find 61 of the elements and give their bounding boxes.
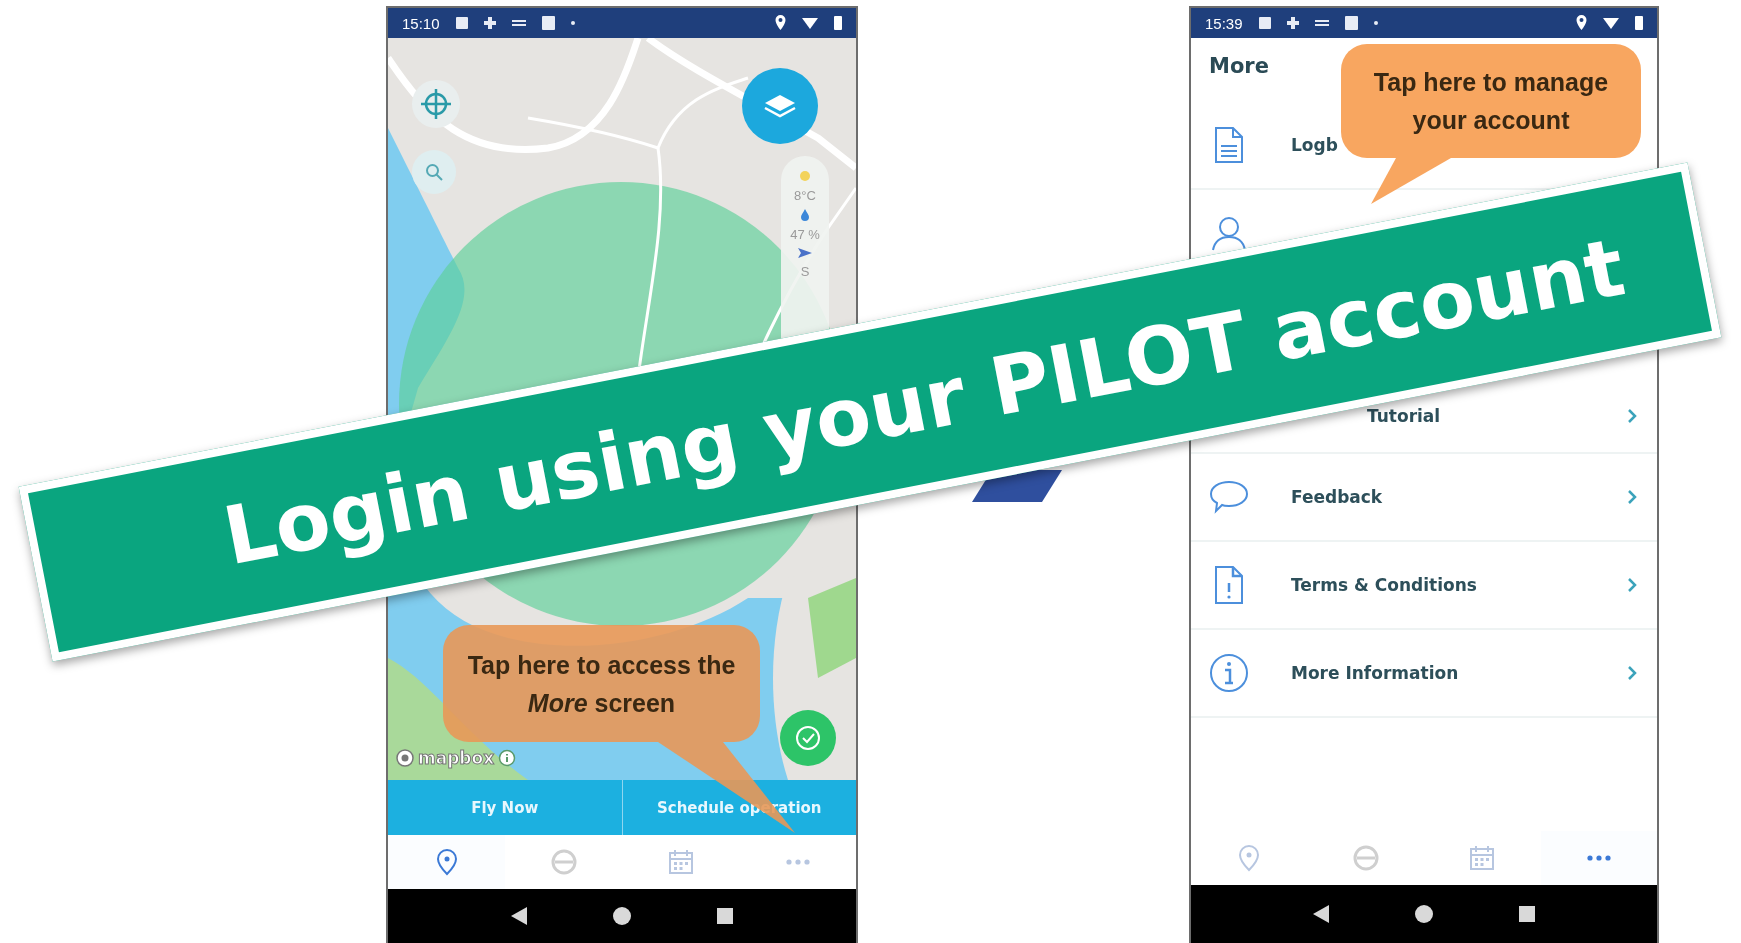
menu-item[interactable]: Logb: [1291, 135, 1338, 155]
location-icon: [1576, 15, 1587, 31]
back-icon[interactable]: [510, 907, 527, 925]
home-icon[interactable]: [1414, 904, 1434, 924]
document-icon: [1214, 126, 1244, 164]
plus-icon: [483, 17, 496, 29]
status-time: 15:39: [1205, 14, 1243, 32]
recents-icon[interactable]: [717, 908, 734, 924]
more-icon: [1586, 855, 1611, 861]
weather-reading: S: [800, 264, 810, 279]
battery-icon: [1635, 16, 1643, 30]
more-icon: [785, 859, 810, 865]
nav-tab[interactable]: [388, 835, 505, 889]
calendar-icon: [1469, 845, 1496, 871]
document-alert-icon: [1214, 565, 1244, 605]
crosshair-icon: [421, 89, 451, 119]
layers-icon: [763, 93, 797, 119]
home-icon[interactable]: [612, 906, 632, 926]
menu-item[interactable]: Tutorial: [1367, 406, 1441, 426]
wind-arrow-icon: [798, 248, 812, 258]
image-icon: [455, 17, 468, 29]
status-time: 15:10: [402, 14, 440, 32]
back-icon[interactable]: [1313, 905, 1330, 923]
calendar-icon: [541, 16, 555, 30]
weather-reading: 47 %: [790, 227, 820, 242]
check-circle-icon: [795, 725, 821, 751]
chevron-icon[interactable]: [1627, 408, 1637, 424]
weather-reading: 8°C: [794, 188, 816, 203]
info-icon: [1209, 653, 1249, 693]
battery-icon: [834, 16, 842, 30]
image-icon: [1258, 17, 1271, 29]
calendar-icon: [1344, 16, 1358, 30]
mapbox-logo-icon: [396, 749, 414, 767]
menu-item[interactable]: Feedback: [1291, 487, 1383, 507]
mapbox-attribution: mapbox: [418, 748, 495, 768]
drop-icon: [800, 209, 810, 221]
menu-item[interactable]: More Information: [1291, 663, 1459, 683]
lines-icon: [1314, 20, 1329, 26]
calendar-icon: [667, 849, 694, 875]
face-mask-icon: [1351, 845, 1380, 871]
face-mask-icon: [549, 849, 578, 875]
map-pin-icon: [1238, 844, 1261, 872]
menu-item[interactable]: Terms & Conditions: [1291, 575, 1477, 595]
info-icon[interactable]: [498, 749, 517, 767]
page-title: More: [1208, 53, 1269, 80]
chevron-icon[interactable]: [1627, 489, 1637, 505]
chevron-icon[interactable]: [1627, 665, 1637, 681]
chevron-icon[interactable]: [1627, 577, 1637, 593]
map-pin-icon: [435, 848, 458, 876]
sun-icon: [799, 170, 811, 182]
search-icon: [425, 163, 443, 181]
lines-icon: [511, 20, 526, 26]
wifi-icon: [1603, 17, 1619, 29]
plus-icon: [1286, 17, 1299, 29]
speech-bubble-icon: [1209, 480, 1249, 514]
person-icon: [1211, 215, 1247, 251]
wifi-icon: [802, 17, 818, 29]
recents-icon[interactable]: [1518, 906, 1535, 922]
location-icon: [775, 15, 786, 31]
dot-icon: [1373, 21, 1378, 25]
dot-icon: [570, 21, 575, 25]
